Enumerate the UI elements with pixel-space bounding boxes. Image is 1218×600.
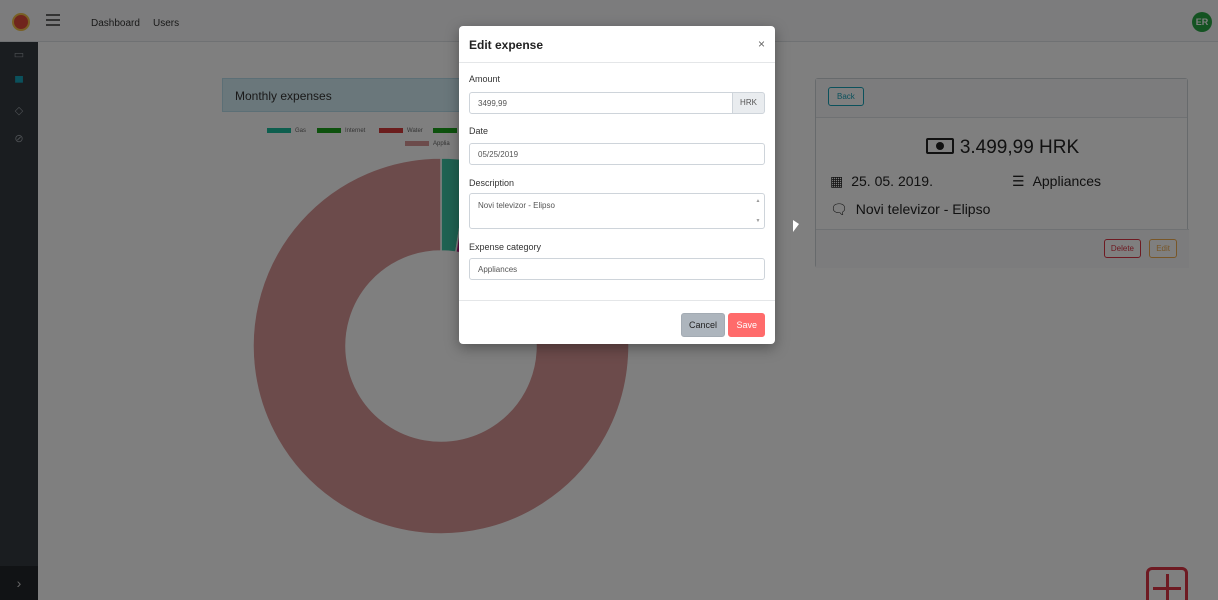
modal-footer: Cancel Save: [459, 300, 775, 344]
category-input[interactable]: Appliances: [469, 258, 765, 280]
currency-addon: HRK: [732, 92, 765, 114]
description-text: Novi televizor - Elipso: [478, 201, 555, 210]
close-icon[interactable]: ×: [758, 37, 765, 51]
amount-label: Amount: [469, 74, 501, 84]
modal-title: Edit expense: [469, 38, 544, 52]
date-input[interactable]: 05/25/2019: [469, 143, 765, 165]
textarea-scrollbar[interactable]: ▲ ▼: [754, 196, 762, 226]
category-label: Expense category: [469, 242, 542, 252]
date-label: Date: [469, 126, 489, 136]
amount-input[interactable]: 3499,99: [469, 92, 733, 114]
description-textarea[interactable]: Novi televizor - Elipso ▲ ▼: [469, 193, 765, 229]
mouse-cursor-icon: [793, 220, 799, 232]
cancel-button[interactable]: Cancel: [680, 313, 725, 337]
save-button[interactable]: Save: [728, 313, 765, 337]
edit-expense-modal: Edit expense × Amount 3499,99 HRK Date 0…: [459, 26, 775, 344]
modal-header: Edit expense ×: [459, 26, 775, 63]
description-label: Description: [469, 178, 515, 188]
